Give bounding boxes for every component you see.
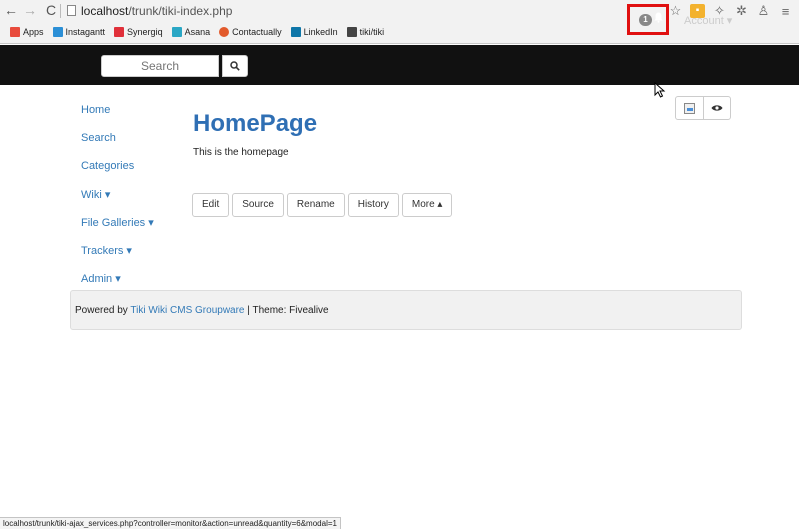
menu-icon[interactable]: ≡ <box>778 4 793 19</box>
asana-icon <box>171 27 182 37</box>
search-input[interactable] <box>101 55 219 77</box>
apps-grid-icon <box>10 27 20 37</box>
bookmark-label: tiki/tiki <box>359 27 385 37</box>
sidebar-item-wiki[interactable]: Wiki ▾ <box>81 188 110 201</box>
page-action-buttons: Edit Source Rename History More ▴ <box>192 193 453 217</box>
sidebar-item-home[interactable]: Home <box>81 104 110 116</box>
bookmark-label: Apps <box>23 27 44 37</box>
contactually-icon <box>219 27 230 37</box>
forward-icon[interactable]: → <box>23 2 37 18</box>
source-button[interactable]: Source <box>232 193 284 217</box>
instagantt-icon <box>52 27 63 37</box>
sidebar-item-categories[interactable]: Categories <box>81 160 134 172</box>
synergiq-icon <box>114 27 125 37</box>
search-button[interactable] <box>222 55 248 77</box>
bookmark-apps[interactable]: Apps <box>10 27 44 37</box>
notification-count-badge[interactable]: 1 <box>639 14 652 26</box>
browser-chrome: ← → C localhost /trunk/tiki-index.php ☆ … <box>0 0 799 44</box>
bookmark-label: Contactually <box>232 27 282 37</box>
edit-page-icon-button[interactable] <box>676 97 703 119</box>
bookmark-contactually[interactable]: Contactually <box>219 27 282 37</box>
bookmark-linkedin[interactable]: LinkedIn <box>290 27 338 37</box>
browser-status-bar: localhost/trunk/tiki-ajax_services.php?c… <box>0 517 341 529</box>
history-button[interactable]: History <box>347 193 399 217</box>
bookmark-label: Asana <box>184 27 211 37</box>
bookmark-tiki[interactable]: tiki/tiki <box>346 27 385 37</box>
extension-person-icon[interactable]: ♙ <box>756 3 771 19</box>
star-icon[interactable]: ☆ <box>668 3 683 19</box>
reload-icon[interactable]: C <box>44 2 58 18</box>
rename-button[interactable]: Rename <box>286 193 345 217</box>
footer-powered-by: Powered by <box>75 305 131 316</box>
edit-button[interactable]: Edit <box>192 193 230 217</box>
bookmark-label: Synergiq <box>127 27 163 37</box>
url-host: localhost <box>81 3 129 18</box>
back-icon[interactable]: ← <box>4 2 18 18</box>
bookmark-label: Instagantt <box>65 27 106 37</box>
bookmark-asana[interactable]: Asana <box>171 27 211 37</box>
bookmark-synergiq[interactable]: Synergiq <box>114 27 163 37</box>
page-icon <box>67 5 76 16</box>
top-navbar <box>0 45 799 85</box>
bookmark-label: LinkedIn <box>303 27 338 37</box>
footer-cms-link[interactable]: Tiki Wiki CMS Groupware <box>130 305 244 316</box>
bookmark-instagantt[interactable]: Instagantt <box>52 27 106 37</box>
eye-icon <box>711 105 723 111</box>
bell-icon[interactable] <box>653 11 663 25</box>
bookmarks-bar: Apps Instagantt Synergiq Asana Contactua… <box>0 22 799 42</box>
sidebar-item-search[interactable]: Search <box>81 132 116 144</box>
footer-text: Powered by Tiki Wiki CMS Groupware | The… <box>75 305 329 316</box>
url-bar[interactable]: localhost /trunk/tiki-index.php <box>60 2 640 19</box>
mouse-cursor-icon <box>654 82 666 98</box>
more-button[interactable]: More ▴ <box>401 193 453 217</box>
sidebar-item-trackers[interactable]: Trackers ▾ <box>81 244 132 257</box>
page-title: HomePage <box>193 110 318 137</box>
tiki-icon <box>346 27 357 37</box>
search-icon <box>230 61 240 71</box>
url-path: /trunk/tiki-index.php <box>128 3 233 18</box>
linkedin-icon <box>290 27 301 37</box>
extension-gear-icon[interactable]: ✲ <box>734 3 749 19</box>
footer: Powered by Tiki Wiki CMS Groupware | The… <box>70 290 742 330</box>
address-row: ← → C localhost /trunk/tiki-index.php ☆ … <box>0 0 799 22</box>
page-description: This is the homepage <box>193 147 289 158</box>
page-icon-group <box>675 96 731 120</box>
footer-theme: | Theme: Fivealive <box>244 305 329 316</box>
account-menu[interactable]: Account ▾ <box>684 14 732 27</box>
document-edit-icon <box>684 102 695 114</box>
watch-page-button[interactable] <box>703 97 730 119</box>
sidebar-item-admin[interactable]: Admin ▾ <box>81 272 121 285</box>
sidebar-item-file-galleries[interactable]: File Galleries ▾ <box>81 216 154 229</box>
url-divider <box>60 3 61 18</box>
